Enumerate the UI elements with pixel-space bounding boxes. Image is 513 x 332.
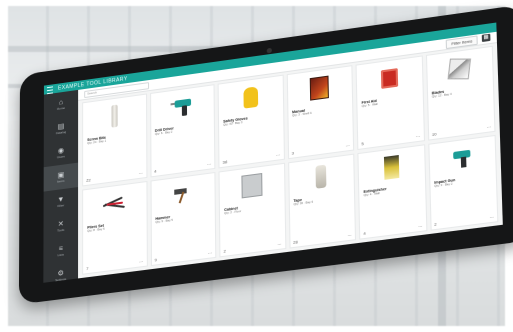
item-card[interactable]: Extinguisher Qty: 4 · Wall 4 ⋯ [357,144,426,239]
stock-count: 7 [86,267,88,271]
more-options-icon[interactable]: ⋯ [416,134,420,139]
more-options-icon[interactable]: ⋯ [207,162,211,167]
more-options-icon[interactable]: ⋯ [276,153,280,158]
item-footer: 38 ⋯ [223,153,281,165]
item-card[interactable]: Blades Qty: 12 · Bay 4 10 ⋯ [425,46,495,141]
sidebar-item-label: Settings [55,277,66,281]
item-footer: 28 ⋯ [293,233,352,245]
more-options-icon[interactable]: ⋯ [208,251,212,256]
stock-count: 28 [293,240,298,245]
sidebar-item-label: Tools [57,228,64,232]
stock-count: 9 [155,258,157,262]
item-footer: 9 ⋯ [155,251,213,262]
item-footer: 4 ⋯ [154,162,211,174]
more-options-icon[interactable]: ⋯ [490,215,494,220]
stock-count: 4 [363,232,365,236]
more-options-icon[interactable]: ⋯ [418,224,422,229]
item-footer: 10 ⋯ [432,125,491,137]
list-icon: ≡ [59,245,63,253]
filter-items-button[interactable]: Filter Items [446,35,478,49]
tablet-screen: EXAMPLE TOOL LIBRARY ⌂ Home ▤ Catalog ◉ Users… [43,23,502,283]
more-options-icon[interactable]: ⋯ [346,144,350,149]
item-card[interactable]: Drill Driver Qty: 6 · Bay 2 4 ⋯ [150,84,216,177]
sidebar-item-label: Filter [57,204,64,208]
item-footer: 7 ⋯ [86,260,143,271]
item-footer: 5 ⋯ [361,134,420,146]
item-footer: 2 ⋯ [224,242,282,254]
item-footer: 22 ⋯ [86,171,143,183]
sidebar-item-label: Catalog [56,130,66,134]
item-card[interactable]: Safety Gloves Qty: 40 · Bay 3 38 ⋯ [218,75,285,169]
item-card[interactable]: Cabinet Qty: 2 · Floor 2 ⋯ [219,163,286,258]
stock-count: 4 [154,170,156,174]
item-card[interactable]: Screw Bits Qty: 24 · Bay 1 22 ⋯ [82,94,147,187]
more-options-icon[interactable]: ⋯ [139,260,143,265]
item-card[interactable]: Pliers Set Qty: 8 · Bay 5 7 ⋯ [82,181,147,275]
stock-count: 3 [292,151,294,155]
grid-icon[interactable]: ▦ [482,34,491,42]
stock-count: 10 [432,132,437,137]
stock-count: 38 [223,160,228,165]
sidebar-item-label: Lists [58,253,64,257]
sidebar-item-label: Items [57,179,64,183]
item-card[interactable]: Manual Qty: 3 · Shelf A 3 ⋯ [286,65,354,159]
sidebar-item-label: Users [57,155,65,159]
sidebar-item-label: Home [57,106,65,110]
stock-count: 22 [86,178,91,183]
item-footer: 2 ⋯ [434,215,494,227]
more-options-icon[interactable]: ⋯ [277,242,281,247]
stock-count: 2 [224,249,226,253]
stock-count: 2 [434,223,437,228]
sidebar-item-settings[interactable]: ⚙ Settings [43,261,78,283]
item-card[interactable]: Tape Qty: 30 · Bay 6 28 ⋯ [288,154,356,249]
more-options-icon[interactable]: ⋯ [347,233,351,238]
item-card[interactable]: First Aid Qty: 5 · Wall 5 ⋯ [356,55,425,150]
home-icon: ⌂ [59,99,63,107]
camera-icon [267,48,272,54]
item-card[interactable]: Hammer Qty: 9 · Bay 5 9 ⋯ [150,172,216,266]
stock-count: 5 [361,142,363,146]
item-footer: 4 ⋯ [363,224,422,236]
item-footer: 3 ⋯ [292,144,350,156]
sidebar: ⌂ Home ▤ Catalog ◉ Users ▣ Items ▼ Filter ✕ Tools ≡ L… [43,90,78,283]
more-options-icon[interactable]: ⋯ [487,125,491,130]
more-options-icon[interactable]: ⋯ [139,171,143,176]
item-card[interactable]: Impact Gun Qty: 3 · Bay 2 2 ⋯ [428,135,499,231]
